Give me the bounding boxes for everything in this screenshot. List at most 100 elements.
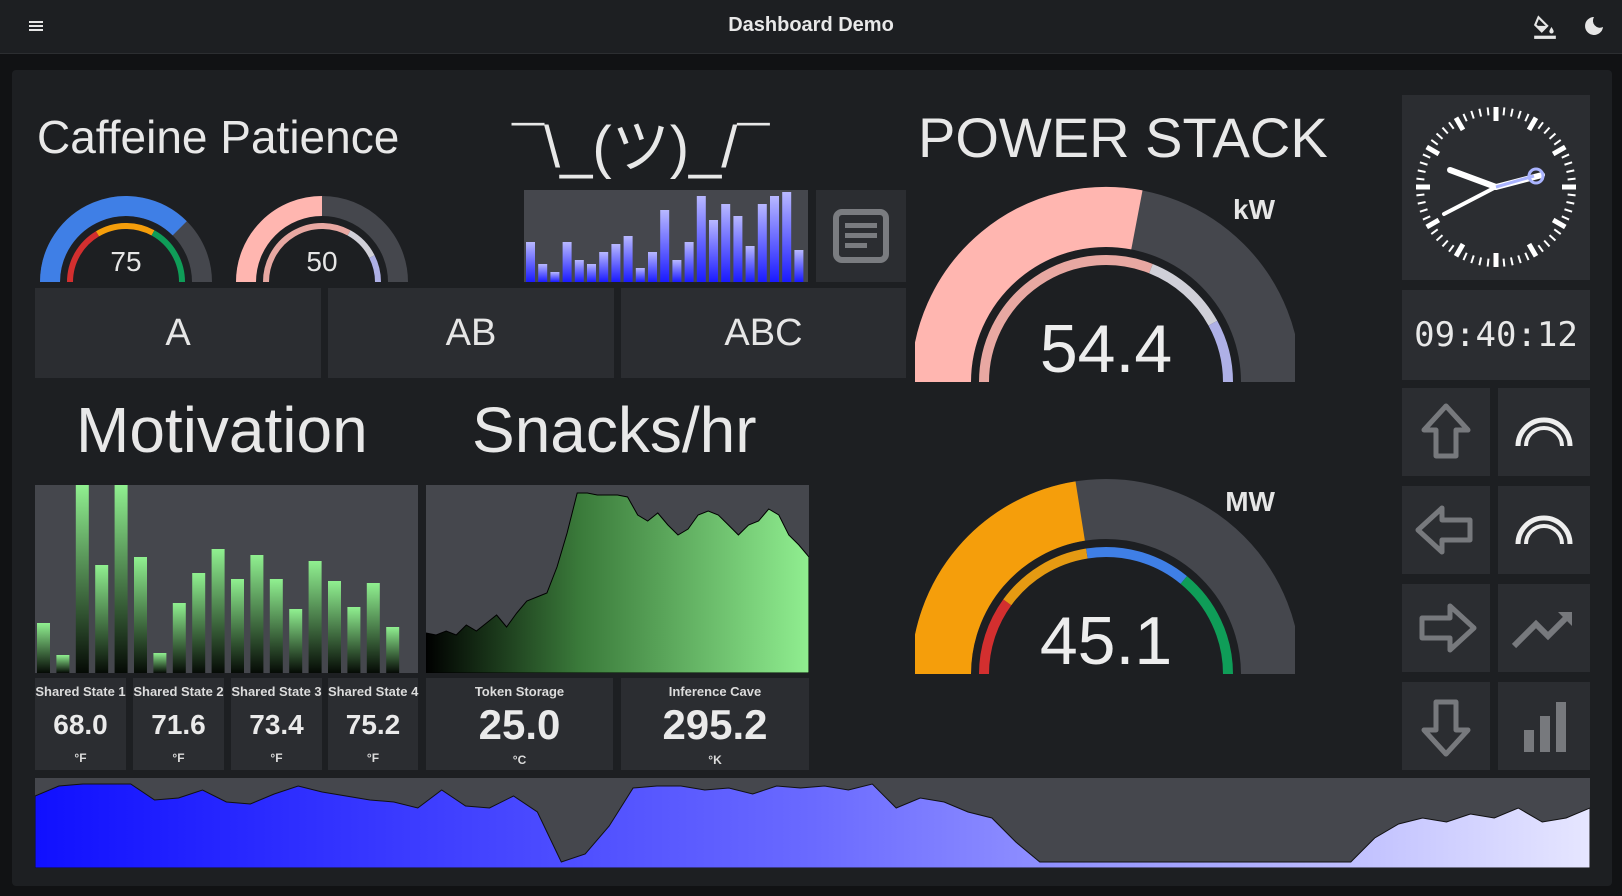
motivation-bar: [366, 583, 380, 673]
arrow-up-button[interactable]: [1402, 388, 1490, 476]
clock-tick: [1425, 144, 1441, 157]
inference-cave-unit: °K: [708, 753, 722, 767]
clock-tick: [1561, 215, 1570, 221]
motivation-bar: [250, 555, 264, 673]
bottom-area-chart: [35, 778, 1590, 868]
sparkline-bar: [587, 264, 596, 282]
clock-tick: [1567, 177, 1576, 181]
sparkline-bar: [721, 204, 731, 282]
shrug-title: ¯\_(ツ)_/¯: [512, 115, 770, 180]
trending-up-button[interactable]: [1498, 584, 1590, 672]
mw-zone-red: [979, 599, 1012, 674]
clock-tick: [1453, 116, 1466, 132]
mw-value: 45.1: [1040, 603, 1172, 674]
mw-gauge: MW 45.1: [915, 479, 1295, 674]
token-storage-unit: °C: [512, 753, 527, 767]
moon-icon[interactable]: [1582, 14, 1606, 38]
shared-state-1: Shared State 1 68.0 °F: [35, 678, 126, 770]
sparkline-bar: [635, 268, 645, 282]
clock-tick: [1419, 161, 1428, 166]
clock-tick: [1537, 244, 1544, 253]
kw-gauge: kW 54.4: [915, 186, 1295, 382]
motivation-bar: [75, 485, 89, 673]
clock-tick: [1548, 132, 1557, 140]
gauge-zone-grey: [347, 230, 375, 259]
clock-tick: [1566, 200, 1575, 205]
motivation-bar: [211, 549, 225, 673]
arrow-left-button[interactable]: [1402, 486, 1490, 574]
token-storage-label: Token Storage: [474, 684, 565, 699]
notes-icon: [833, 209, 889, 263]
motivation-bar: [153, 653, 167, 673]
motivation-bar: [56, 655, 70, 673]
clock-minute-tail: [1442, 185, 1498, 216]
inference-cave: Inference Cave 295.2 °K: [621, 678, 809, 770]
inference-cave-value: 295.2: [662, 701, 768, 748]
sparkline-bar: [648, 252, 657, 282]
motivation-bar: [289, 609, 303, 673]
button-ab[interactable]: AB: [328, 288, 614, 378]
clock-tick: [1564, 161, 1573, 166]
kw-unit: kW: [1233, 194, 1276, 225]
clock-tick: [1537, 121, 1544, 130]
clock-tick: [1564, 208, 1573, 213]
clock-tick: [1551, 144, 1567, 157]
caffeine-gauge-1-value: 75: [110, 246, 141, 277]
motivation-bar: [386, 627, 400, 673]
motivation-bar: [269, 579, 283, 673]
motivation-bar: [95, 565, 109, 673]
button-a[interactable]: A: [35, 288, 321, 378]
gauge-zone-orange: [95, 222, 155, 237]
clock-tick: [1543, 239, 1551, 248]
button-abc[interactable]: ABC: [621, 288, 906, 378]
arrow-up-icon: [1421, 403, 1471, 459]
clock-tick: [1561, 153, 1570, 159]
sparkline-bar: [562, 242, 572, 282]
inference-cave-label: Inference Cave: [668, 684, 762, 699]
clock-tick: [1435, 132, 1444, 140]
arrow-left-icon: [1415, 505, 1473, 555]
sparkline-bar: [672, 260, 682, 282]
clock-tick: [1478, 108, 1483, 117]
arrow-right-button[interactable]: [1402, 584, 1490, 672]
shared-state-1-value: 68.0: [53, 709, 108, 740]
bar-chart-button[interactable]: [1498, 682, 1590, 770]
mw-zone-blue: [1086, 547, 1187, 584]
caffeine-gauge-2-value: 50: [306, 246, 337, 277]
motivation-bar: [134, 557, 147, 673]
sparkline-bar: [526, 242, 535, 282]
notes-button[interactable]: [816, 190, 906, 282]
sparkline-bar: [733, 216, 743, 282]
clock-tick: [1517, 255, 1522, 264]
format-color-fill-icon[interactable]: [1532, 14, 1558, 40]
clock-tick: [1417, 200, 1426, 205]
gauge-arc-button-1[interactable]: [1498, 388, 1590, 476]
sparkline-bar: [623, 236, 633, 282]
clock-tick: [1526, 242, 1539, 258]
clock-tick: [1486, 258, 1490, 267]
sparkline-bar: [574, 260, 584, 282]
analog-clock-tile: [1402, 95, 1590, 280]
shared-state-4-label: Shared State 4: [328, 684, 419, 699]
gauge-arc-button-2[interactable]: [1498, 486, 1590, 574]
clock-tick: [1502, 107, 1506, 116]
analog-clock: [1416, 107, 1576, 267]
clock-tick: [1526, 116, 1539, 132]
sparkline-bar: [611, 244, 621, 282]
clock-tick: [1422, 153, 1431, 159]
motivation-bar: [328, 581, 341, 673]
motivation-bar: [308, 561, 322, 673]
shared-state-1-unit: °F: [74, 751, 87, 765]
clock-tick: [1416, 177, 1425, 181]
clock-tick: [1453, 242, 1466, 258]
motivation-bar: [347, 607, 361, 673]
sparkline-bar: [599, 252, 609, 282]
sparkline-bar: [660, 210, 670, 282]
sparkline-bar: [696, 196, 706, 282]
token-storage: Token Storage 25.0 °C: [426, 678, 613, 770]
sparkline-bar: [684, 242, 694, 282]
shared-state-4-value: 75.2: [345, 709, 401, 740]
clock-tick: [1486, 107, 1490, 116]
sparkline-bar: [538, 264, 548, 282]
arrow-down-button[interactable]: [1402, 682, 1490, 770]
